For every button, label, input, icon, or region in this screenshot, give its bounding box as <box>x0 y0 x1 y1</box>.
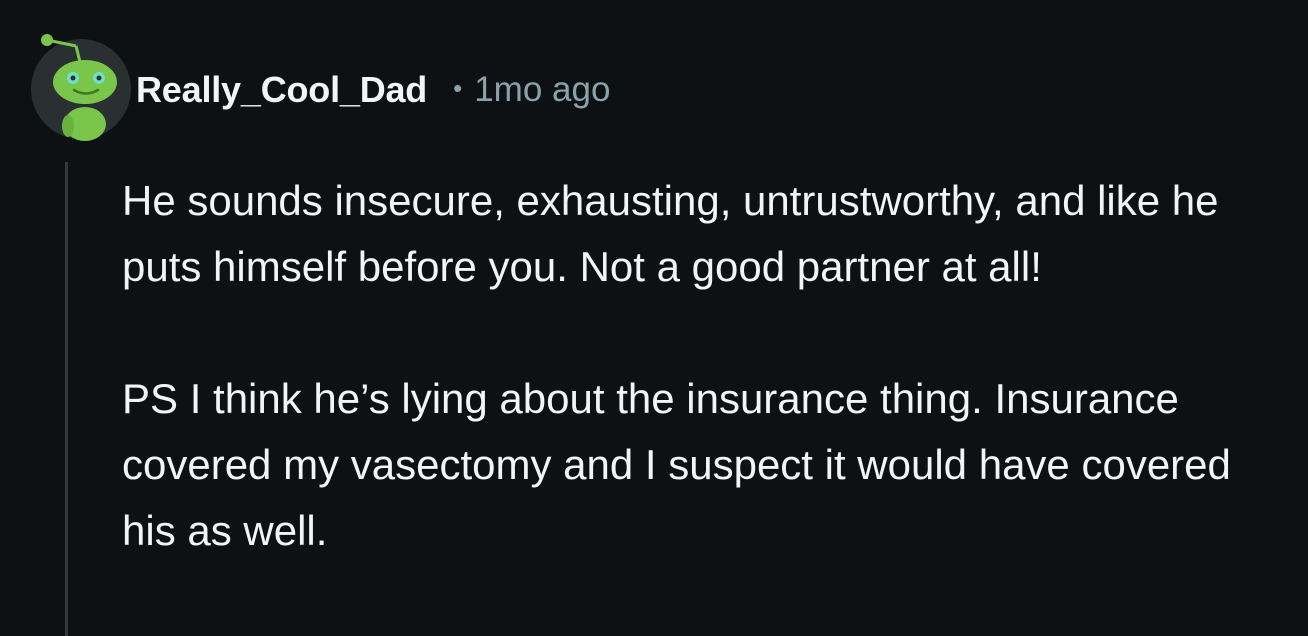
username[interactable]: Really_Cool_Dad <box>136 69 427 111</box>
timestamp[interactable]: 1mo ago <box>474 70 610 110</box>
comment: Really_Cool_Dad • 1mo ago He sounds inse… <box>0 0 1308 636</box>
thread-line[interactable] <box>65 162 68 636</box>
comment-header: Really_Cool_Dad • 1mo ago <box>136 64 610 116</box>
comment-paragraph: He sounds insecure, exhausting, untrustw… <box>122 177 1219 290</box>
meta-separator: • <box>453 72 463 103</box>
avatar[interactable] <box>30 34 132 141</box>
comment-paragraph: PS I think he’s lying about the insuranc… <box>122 375 1231 554</box>
snoo-avatar-icon <box>31 34 131 141</box>
comment-body: He sounds insecure, exhausting, untrustw… <box>122 168 1292 564</box>
